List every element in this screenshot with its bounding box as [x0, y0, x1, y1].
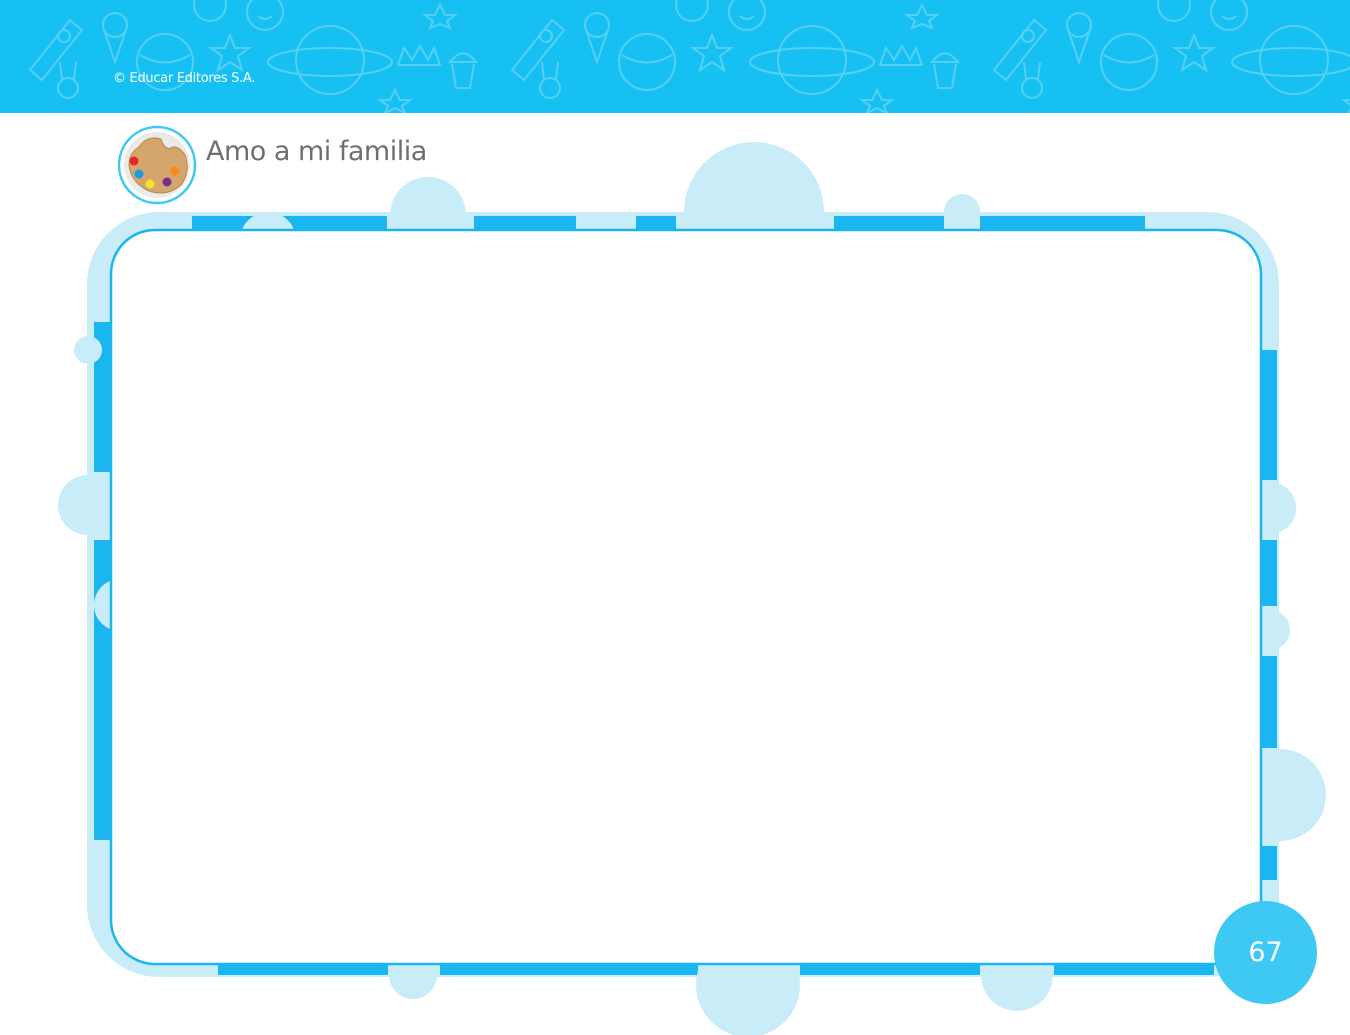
worksheet-page: © Educar Editores S.A. Amo a mi familia: [0, 0, 1350, 1035]
page-number: 67: [1214, 901, 1317, 1004]
drawing-area[interactable]: [111, 230, 1261, 964]
